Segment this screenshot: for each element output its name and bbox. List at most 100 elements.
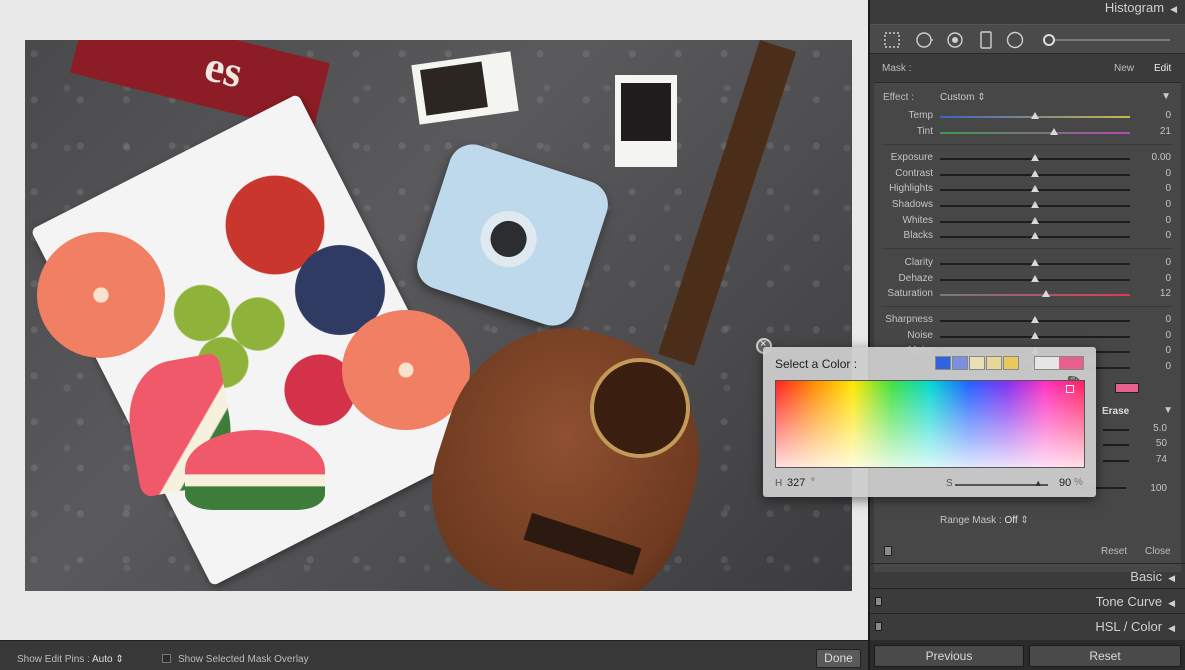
temp-slider-thumb[interactable] [1031,112,1039,119]
section-divider [882,144,1173,145]
bottom-panel-buttons: Previous Reset [870,640,1185,670]
hue-unit: ° [811,477,815,488]
shadows-value[interactable]: 0 [1165,199,1171,210]
whites-slider-thumb[interactable] [1031,217,1039,224]
color-swatch-presets [935,356,1019,370]
panel-switch-toggle[interactable] [875,622,882,631]
hue-value[interactable]: 327 [787,477,805,489]
mask-on-off-toggle[interactable] [884,546,892,556]
brush-size-slider[interactable] [1103,429,1129,431]
hsl-color-panel-header[interactable]: HSL / Color ◀ [870,613,1185,638]
red-eye-icon[interactable] [946,31,964,49]
clarity-value[interactable]: 0 [1165,257,1171,268]
mask-new-button[interactable]: New [1114,63,1134,74]
sharpness-value[interactable]: 0 [1165,314,1171,325]
saturation-slider-thumb[interactable] [1042,290,1051,297]
dehaze-slider-thumb[interactable] [1031,275,1039,282]
histogram-header[interactable]: Histogram ◀ [1105,0,1177,15]
triangle-left-icon: ◀ [1168,598,1175,608]
clarity-slider-row: Clarity 0 [874,256,1181,270]
contrast-value[interactable]: 0 [1165,168,1171,179]
ukulele-soundhole [590,358,690,458]
triangle-left-icon: ◀ [1170,4,1177,14]
panel-close-button[interactable]: Close [1145,546,1171,557]
saturation-value[interactable]: 12 [1160,288,1171,299]
dehaze-slider-row: Dehaze 0 [874,272,1181,286]
whites-value[interactable]: 0 [1165,215,1171,226]
noise-value[interactable]: 0 [1165,330,1171,341]
radial-filter-icon[interactable] [1006,31,1024,49]
panel-reset-button[interactable]: Reset [1101,546,1127,557]
mask-row: Mask : New Edit [870,57,1185,79]
adjustment-brush-panel: Effect : Custom ⇕ ▼ Temp 0 Tint 21 Exposure 0… [874,82,1181,572]
shadows-slider-thumb[interactable] [1031,201,1039,208]
contrast-label: Contrast [895,168,933,179]
panel-switch-toggle[interactable] [875,597,882,606]
section-divider [882,248,1173,249]
photo-preview[interactable]: es [25,40,852,591]
dehaze-value[interactable]: 0 [1165,273,1171,284]
select-color-popup[interactable]: Select a Color : ✎ H 327 ° S ▲ 90 % [763,347,1096,497]
done-button[interactable]: Done [816,649,861,668]
blacks-slider-thumb[interactable] [1031,232,1039,239]
show-edit-pins-label: Show Edit Pins : [17,654,90,665]
highlights-value[interactable]: 0 [1165,183,1171,194]
sharpness-slider-thumb[interactable] [1031,316,1039,323]
brush-erase-label[interactable]: Erase [1102,406,1129,417]
triangle-down-icon[interactable]: ▼ [1163,405,1173,416]
color-swatch[interactable] [1115,383,1139,393]
preset-color-swatch[interactable] [1003,356,1019,370]
temp-slider-row: Temp 0 [874,109,1181,123]
graduated-filter-icon[interactable] [977,31,995,49]
preset-color-swatch[interactable] [986,356,1002,370]
crop-icon[interactable] [883,31,901,49]
tone-curve-panel-header[interactable]: Tone Curve ◀ [870,588,1185,613]
highlights-slider-thumb[interactable] [1031,185,1039,192]
saturation-value[interactable]: 90 [1059,477,1071,489]
preset-color-swatch[interactable] [969,356,985,370]
temp-value[interactable]: 0 [1165,110,1171,121]
saturation-slider[interactable] [940,294,1130,296]
brush-flow-slider[interactable] [1103,460,1129,462]
effect-preset-select[interactable]: Custom ⇕ [940,92,986,103]
spectrum-cursor[interactable] [1066,385,1074,393]
tool-slider[interactable] [1055,39,1170,41]
range-mask-select[interactable]: Range Mask : Off ⇕ [940,515,1029,526]
tint-slider-thumb[interactable] [1050,128,1058,135]
range-mask-value: Off [1004,515,1018,526]
exposure-slider-thumb[interactable] [1031,154,1039,161]
tint-value[interactable]: 21 [1160,126,1171,137]
preset-color-swatch[interactable] [935,356,951,370]
spot-removal-icon[interactable] [915,31,933,49]
noise-slider-thumb[interactable] [1031,332,1039,339]
tint-slider[interactable] [940,132,1130,134]
exposure-value[interactable]: 0.00 [1152,152,1171,163]
blacks-value[interactable]: 0 [1165,230,1171,241]
brush-feather-slider[interactable] [1103,444,1129,446]
old-color-swatch [1035,357,1059,369]
saturation-slider-thumb[interactable]: ▲ [1034,478,1043,488]
color-compare-swatch[interactable] [1034,356,1084,370]
reset-button[interactable]: Reset [1029,645,1181,667]
clarity-slider-thumb[interactable] [1031,259,1039,266]
develop-right-panel: Histogram ◀ Mask : New Edit Effect : Cust… [870,0,1185,640]
saturation-label: S [946,478,953,489]
preset-color-swatch[interactable] [952,356,968,370]
color-spectrum-field[interactable] [775,380,1085,468]
mask-overlay-label[interactable]: Show Selected Mask Overlay [178,654,309,665]
mask-edit-button[interactable]: Edit [1154,63,1171,74]
mask-overlay-checkbox[interactable] [162,654,171,663]
ukulele-neck [658,40,797,366]
saturation-slider-row: Saturation 12 [874,287,1181,301]
previous-button[interactable]: Previous [874,645,1024,667]
brush-tool-icon[interactable] [1043,34,1055,46]
blacks-label: Blacks [903,230,933,241]
basic-panel-header[interactable]: Basic ◀ [870,563,1185,588]
triangle-down-icon[interactable]: ▼ [1161,91,1171,102]
defringe-value[interactable]: 0 [1165,361,1171,372]
photo-canvas-area[interactable]: es × [0,0,868,640]
contrast-slider-thumb[interactable] [1031,170,1039,177]
whites-slider-row: Whites 0 [874,214,1181,228]
show-edit-pins-select[interactable]: Auto ⇕ [92,654,124,665]
moire-value[interactable]: 0 [1165,345,1171,356]
